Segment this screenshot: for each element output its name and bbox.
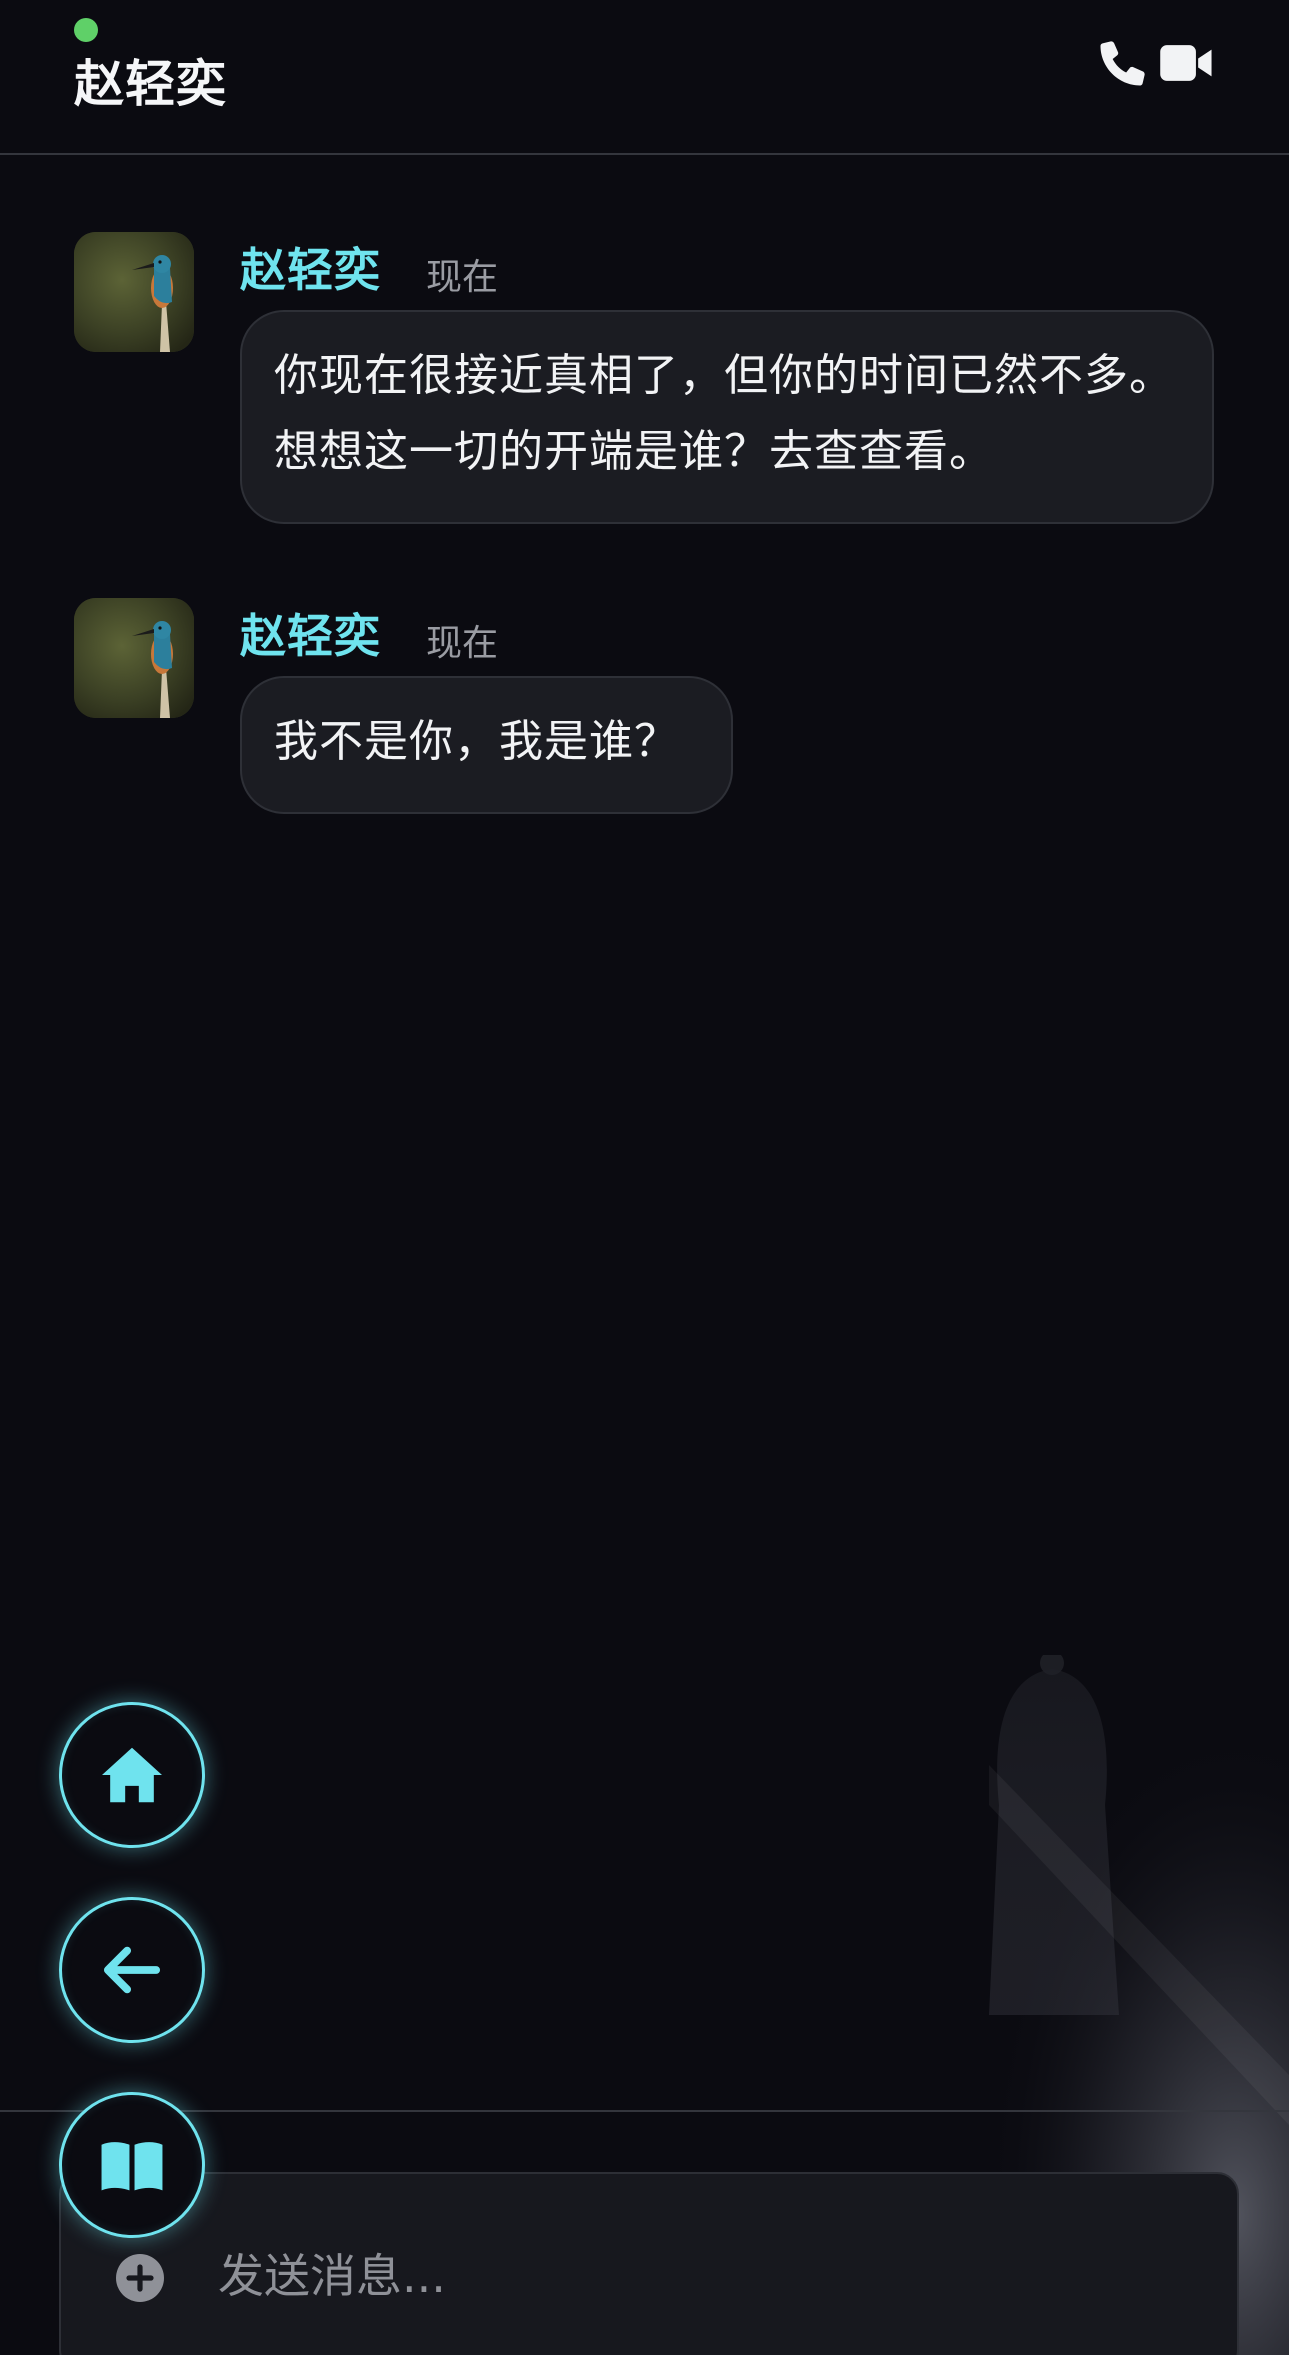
- chat-screen: 赵轻奕 赵轻奕 现在 你现在很接近真相了，但你的时间已然不多。想想这一切的开端是…: [0, 0, 1289, 2355]
- back-button[interactable]: [59, 1897, 205, 2043]
- avatar[interactable]: [74, 598, 194, 718]
- avatar[interactable]: [74, 232, 194, 352]
- composer-divider: [0, 2110, 1289, 2112]
- kingfisher-avatar-image: [74, 598, 194, 718]
- message-input[interactable]: [218, 2236, 978, 2316]
- plus-circle-icon[interactable]: [116, 2254, 164, 2302]
- kingfisher-avatar-image: [74, 232, 194, 352]
- book-icon: [101, 2142, 163, 2191]
- message-timestamp: 现在: [426, 257, 499, 298]
- sender-name: 赵轻奕: [240, 609, 381, 663]
- home-icon: [102, 1747, 162, 1803]
- chat-header: 赵轻奕: [0, 0, 1289, 155]
- message-bubble: 你现在很接近真相了，但你的时间已然不多。想想这一切的开端是谁？去查查看。: [240, 310, 1214, 524]
- story-book-button[interactable]: [59, 2092, 205, 2238]
- online-status-dot: [74, 18, 98, 42]
- sender-name: 赵轻奕: [240, 243, 381, 297]
- message-bubble: 我不是你，我是谁？: [240, 676, 733, 814]
- home-button[interactable]: [59, 1702, 205, 1848]
- contact-name-title: 赵轻奕: [74, 55, 227, 113]
- phone-icon[interactable]: [1096, 36, 1150, 90]
- message-timestamp: 现在: [426, 623, 499, 664]
- video-icon[interactable]: [1158, 36, 1216, 90]
- arrow-left-icon: [103, 1946, 161, 1994]
